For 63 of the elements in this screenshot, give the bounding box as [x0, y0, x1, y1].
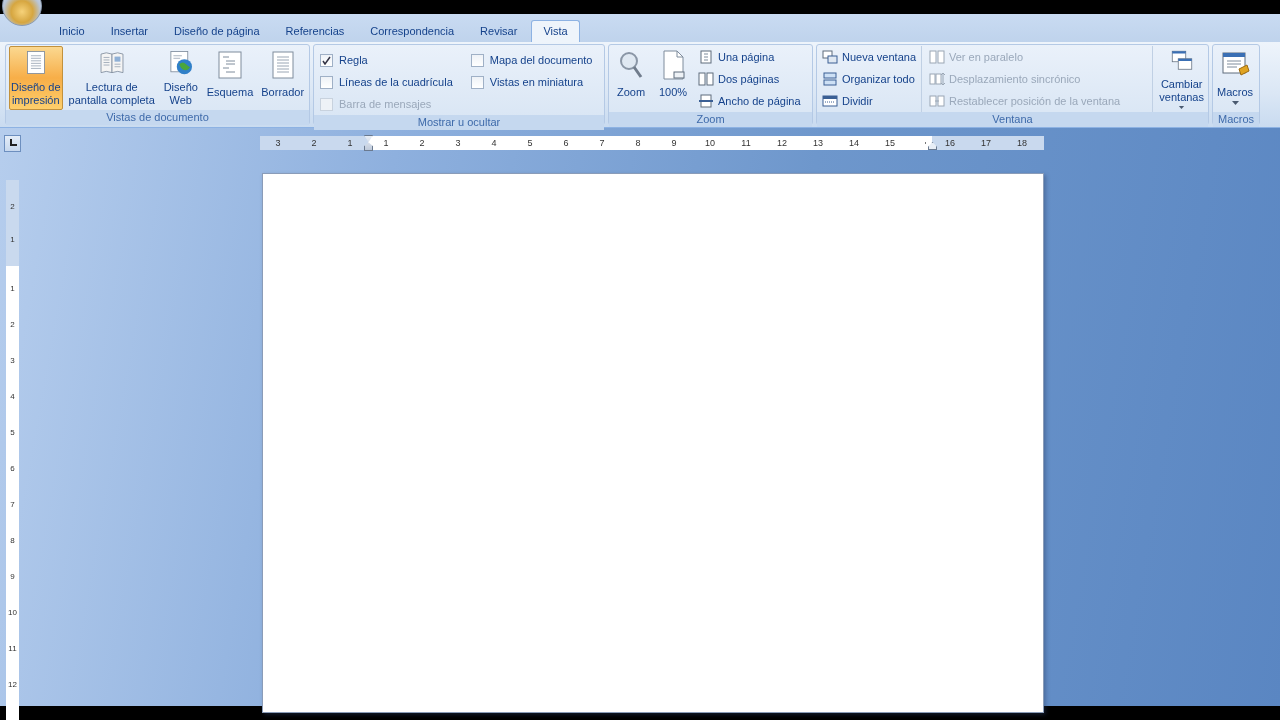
sync-scroll-icon: [929, 71, 945, 87]
ribbon-button[interactable]: 100%: [653, 46, 693, 110]
page-width-icon: [698, 93, 714, 109]
tab[interactable]: Referencias: [273, 20, 357, 42]
tab[interactable]: Inicio: [47, 20, 97, 42]
ruler-number: 10: [8, 607, 17, 618]
checkbox-label: Barra de mensajes: [339, 98, 432, 110]
checkbox-label[interactable]: Mapa del documento: [489, 54, 593, 66]
group-label: Mostrar u ocultar: [314, 115, 604, 130]
ribbon-button[interactable]: Macros: [1215, 46, 1256, 112]
group-label: Ventana: [817, 112, 1208, 127]
page-icon: [698, 49, 714, 65]
ruler-number: 1: [10, 283, 15, 294]
indent-marker[interactable]: [928, 142, 937, 150]
ruler-number: 3: [10, 355, 15, 366]
tab[interactable]: Correspondencia: [358, 20, 467, 42]
ruler-number: 4: [10, 391, 15, 402]
ruler-number: 5: [10, 427, 15, 438]
ribbon-button[interactable]: Dividir: [819, 90, 919, 112]
ruler-number: 9: [10, 571, 15, 582]
tab[interactable]: Insertar: [98, 20, 160, 42]
ruler-number: 2: [10, 319, 15, 330]
group-label: Zoom: [609, 112, 812, 127]
ribbon-button[interactable]: Organizar todo: [819, 68, 919, 90]
split-window-icon: [822, 93, 838, 109]
ruler-number: 8: [10, 535, 15, 546]
checkbox-label[interactable]: Regla: [339, 54, 368, 66]
ribbon-button[interactable]: Dos páginas: [695, 68, 804, 90]
ribbon-button[interactable]: Cambiar ventanas: [1157, 46, 1206, 112]
side-by-side-icon: [929, 49, 945, 65]
group-label: Vistas de documento: [6, 110, 309, 125]
group-label: Macros: [1213, 112, 1259, 127]
ruler-number: 2: [10, 201, 15, 213]
ribbon-button[interactable]: Lectura de pantalla completa: [66, 46, 157, 110]
tab[interactable]: Revisar: [468, 20, 530, 42]
windows-icon: [822, 49, 838, 65]
indent-marker[interactable]: [364, 135, 373, 151]
ruler-number: 6: [10, 463, 15, 474]
ruler-number: 1: [10, 233, 15, 245]
ruler-number: 11: [8, 643, 17, 654]
ribbon-button[interactable]: Esquema: [204, 46, 256, 110]
tab-stop-icon: [8, 139, 17, 147]
ruler-number: 12: [8, 679, 17, 690]
reset-window-icon: [929, 93, 945, 109]
ribbon-button[interactable]: Zoom: [611, 46, 651, 110]
stacked-windows-icon: [822, 71, 838, 87]
two-pages-icon: [698, 71, 714, 87]
ribbon-button[interactable]: Una página: [695, 46, 804, 68]
checkbox[interactable]: [320, 53, 333, 67]
checkbox[interactable]: [470, 75, 484, 89]
ribbon-button[interactable]: Borrador: [259, 46, 307, 110]
checkbox[interactable]: [320, 75, 333, 89]
checkbox-label[interactable]: Vistas en miniatura: [489, 76, 584, 88]
tab-stop-button[interactable]: [4, 134, 21, 152]
ribbon-button[interactable]: Ancho de página: [695, 90, 804, 112]
tab[interactable]: Diseño de página: [162, 20, 272, 42]
checkbox[interactable]: [470, 53, 484, 67]
ruler-number: 7: [10, 499, 15, 510]
ribbon-button[interactable]: Diseño Web: [160, 46, 201, 110]
checkbox-label[interactable]: Líneas de la cuadrícula: [339, 76, 453, 88]
tab[interactable]: Vista: [531, 20, 580, 42]
ribbon-button[interactable]: Diseño de impresión: [9, 46, 63, 110]
ribbon-button[interactable]: Nueva ventana: [819, 46, 919, 68]
